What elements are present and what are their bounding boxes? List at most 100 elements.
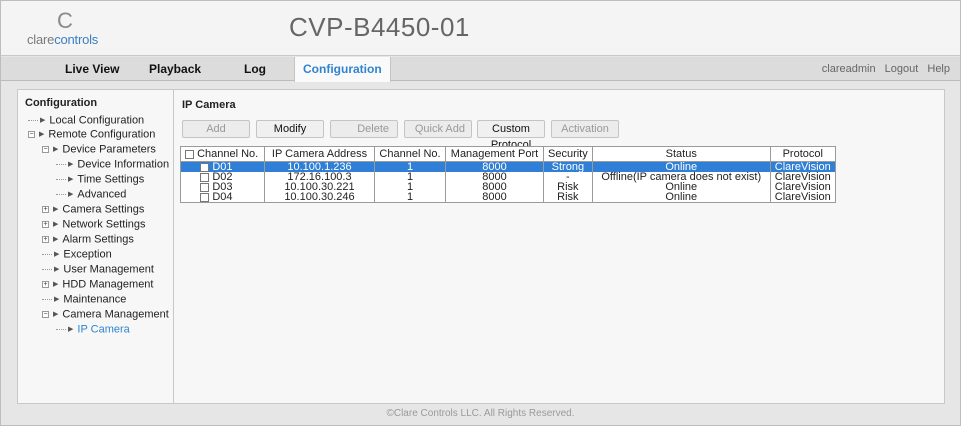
table-row[interactable]: D04 10.100.30.246 1 8000 Risk Online Cla… [180,191,836,203]
play-arrow-icon: ▶ [54,251,60,258]
sidebar-item-label: Maintenance [63,293,127,306]
play-arrow-icon: ▶ [53,146,59,153]
select-all-checkbox[interactable] [185,149,194,159]
ip-camera-table: Channel No. IP Camera Address Channel No… [180,146,836,203]
col-channel-no: Channel No. [180,146,265,162]
sidebar-item-label: Local Configuration [49,114,145,127]
tab-live-view[interactable]: Live View [65,57,119,81]
play-arrow-icon: ▶ [53,221,59,228]
sidebar-title: Configuration [25,97,98,109]
modify-button[interactable]: Modify [256,120,324,138]
col-label: Channel No. [197,148,259,160]
expand-icon[interactable]: + [42,221,49,228]
sidebar-item-label: Exception [63,248,112,261]
add-button[interactable]: Add [182,120,250,138]
device-title: CVP-B4450-01 [289,12,470,42]
tab-configuration[interactable]: Configuration [294,57,391,82]
row-checkbox[interactable] [200,172,210,182]
tree-connector [42,299,52,300]
tree-connector [56,179,66,180]
sidebar-item-device-information[interactable]: ▶ Device Information [56,157,169,172]
collapse-icon[interactable]: − [42,311,49,318]
tree-connector [56,164,66,165]
expand-icon[interactable]: + [42,236,49,243]
collapse-icon[interactable]: − [28,131,35,138]
channel-label: D04 [212,191,233,203]
table-row[interactable]: D03 10.100.30.221 1 8000 Risk Online Cla… [180,182,836,193]
cell-port: 8000 [445,192,544,203]
custom-protocol-button[interactable]: Custom Protocol [477,120,545,151]
sidebar-item-label: Alarm Settings [62,233,134,246]
play-arrow-icon: ▶ [54,296,60,303]
row-checkbox[interactable] [200,182,210,192]
col-protocol: Protocol [769,146,836,162]
config-sidebar: Configuration ▶ Local Configuration − ▶ Rem… [18,90,174,403]
sidebar-item-camera-management[interactable]: − ▶ Camera Management [42,307,169,322]
play-arrow-icon: ▶ [39,131,45,138]
main-nav: Live View Playback Log Configuration cla… [1,57,960,82]
col-status: Status [591,146,771,162]
col-security: Security [543,146,593,162]
sidebar-item-remote-configuration[interactable]: − ▶ Remote Configuration [28,127,155,142]
username: clareadmin [821,63,876,75]
play-arrow-icon: ▶ [53,206,59,213]
user-links: clareadmin Logout Help [816,57,950,81]
sidebar-item-time-settings[interactable]: ▶ Time Settings [56,172,144,187]
sidebar-item-label: Device Information [77,158,170,171]
sidebar-item-label: HDD Management [62,278,154,291]
sidebar-item-hdd-management[interactable]: + ▶ HDD Management [42,277,153,292]
tree-connector [56,194,66,195]
play-arrow-icon: ▶ [53,236,59,243]
tab-playback[interactable]: Playback [149,57,201,81]
quick-add-button[interactable]: Quick Add [404,120,472,138]
logo-mark: C [57,8,73,33]
cell-security: Risk [543,192,593,203]
header: C clarecontrols CVP-B4450-01 [1,1,960,56]
logo-word-prefix: clare [27,32,55,47]
table-row[interactable]: D02 172.16.100.3 1 8000 - Offline(IP cam… [180,172,836,183]
sidebar-item-advanced[interactable]: ▶ Advanced [56,187,126,202]
expand-icon[interactable]: + [42,206,49,213]
col-management-port: Management Port [445,146,544,162]
clare-controls-logo: C clarecontrols [27,10,117,50]
collapse-icon[interactable]: − [42,146,49,153]
play-arrow-icon: ▶ [53,281,59,288]
col-ip-address: IP Camera Address [264,146,375,162]
play-arrow-icon: ▶ [68,326,74,333]
table-header-row: Channel No. IP Camera Address Channel No… [180,146,836,162]
sidebar-item-camera-settings[interactable]: + ▶ Camera Settings [42,202,144,217]
sidebar-item-exception[interactable]: ▶ Exception [42,247,112,262]
sidebar-item-local-configuration[interactable]: ▶ Local Configuration [28,113,144,128]
cell-protocol: ClareVision [769,192,836,203]
sidebar-item-alarm-settings[interactable]: + ▶ Alarm Settings [42,232,134,247]
logo-word-suffix: controls [54,32,99,47]
sidebar-item-label: Network Settings [62,218,146,231]
tab-log[interactable]: Log [244,57,266,81]
sidebar-item-maintenance[interactable]: ▶ Maintenance [42,292,126,307]
logo-wordmark: clarecontrols [27,32,98,47]
sidebar-item-label: Camera Settings [62,203,145,216]
delete-button[interactable]: Delete [330,120,398,138]
play-arrow-icon: ▶ [68,161,74,168]
cell-channel: D04 [180,191,265,203]
expand-icon[interactable]: + [42,281,49,288]
tree-connector [56,329,66,330]
sidebar-item-label: IP Camera [77,323,130,336]
sidebar-item-label: Device Parameters [62,143,156,156]
sidebar-item-device-parameters[interactable]: − ▶ Device Parameters [42,142,156,157]
sidebar-item-label: Advanced [77,188,127,201]
row-checkbox[interactable] [200,192,210,202]
cell-channel-no: 1 [374,192,446,203]
sidebar-item-ip-camera[interactable]: ▶ IP Camera [56,322,130,337]
tree-connector [42,254,52,255]
row-checkbox[interactable] [200,162,210,172]
help-link[interactable]: Help [927,63,950,75]
activation-button[interactable]: Activation [551,120,619,138]
logout-link[interactable]: Logout [885,63,919,75]
sidebar-item-network-settings[interactable]: + ▶ Network Settings [42,217,146,232]
sidebar-item-user-management[interactable]: ▶ User Management [42,262,154,277]
sidebar-item-label: Time Settings [77,173,145,186]
sidebar-item-label: Remote Configuration [48,128,156,141]
footer-copyright: ©Clare Controls LLC. All Rights Reserved… [1,405,960,423]
page-title: IP Camera [182,99,236,111]
